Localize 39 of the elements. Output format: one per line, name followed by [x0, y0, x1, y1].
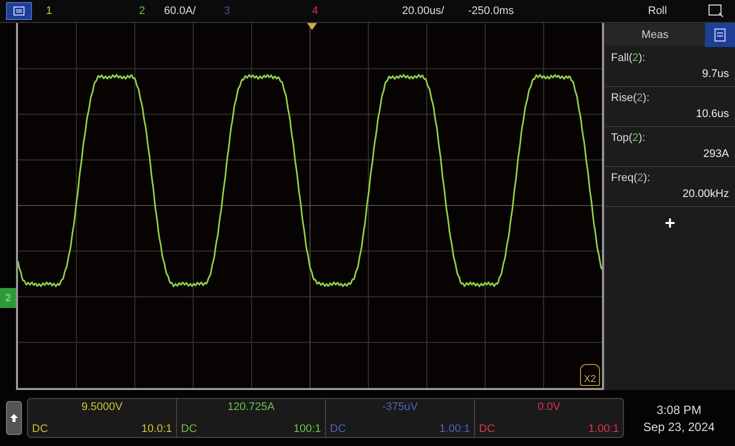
- vertical-scale: 60.0A/: [164, 5, 197, 17]
- measurement-label: Rise(2):: [611, 92, 651, 104]
- channel-number[interactable]: 2: [139, 5, 164, 17]
- probe-ratio: 100:1: [293, 423, 321, 435]
- arrow-up-icon: [9, 413, 19, 423]
- measurement-value: 20.00kHz: [682, 188, 729, 200]
- document-icon: [714, 28, 726, 42]
- measurement-label: Freq(2):: [611, 172, 652, 184]
- channel-reading: -375uV: [382, 401, 418, 415]
- channel-number[interactable]: 1: [46, 5, 139, 17]
- add-measurement-button[interactable]: +: [658, 213, 682, 233]
- channel-reading: 0.0V: [538, 401, 560, 415]
- panel-button[interactable]: [705, 23, 735, 47]
- probe-ratio: 1.00:1: [588, 423, 619, 435]
- measurement-label: Fall(2):: [611, 52, 646, 64]
- channel-number[interactable]: 4: [312, 5, 402, 17]
- timebase: 20.00us/: [402, 5, 446, 17]
- menu-icon: [13, 6, 25, 16]
- clock-date: Sep 23, 2024: [643, 420, 715, 434]
- probe-ratio: 10.0:1: [141, 423, 172, 435]
- menu-button[interactable]: [6, 2, 32, 20]
- probe-ratio: 1.00:1: [439, 423, 470, 435]
- measurement-value: 10.6us: [696, 108, 729, 120]
- up-arrow-button[interactable]: [6, 401, 22, 435]
- channel-coupling: DC: [330, 423, 347, 435]
- panel-title[interactable]: Meas: [605, 24, 705, 46]
- channel-reading: 120.725A: [227, 401, 275, 415]
- expansion-marker: X2: [580, 364, 600, 386]
- channel-coupling: DC: [181, 423, 198, 435]
- channel-reading: 9.5000V: [82, 401, 122, 415]
- measurement-label: Top(2):: [611, 132, 646, 144]
- clock-time: 3:08 PM: [656, 402, 702, 416]
- measurement-value: 293A: [703, 148, 729, 160]
- channel-coupling: DC: [479, 423, 496, 435]
- acquisition-mode: Roll: [648, 5, 668, 17]
- channel-coupling: DC: [32, 423, 49, 435]
- measurement-value: 9.7us: [702, 68, 729, 80]
- screenshot-icon[interactable]: [708, 4, 724, 18]
- delay: -250.0ms: [468, 5, 515, 17]
